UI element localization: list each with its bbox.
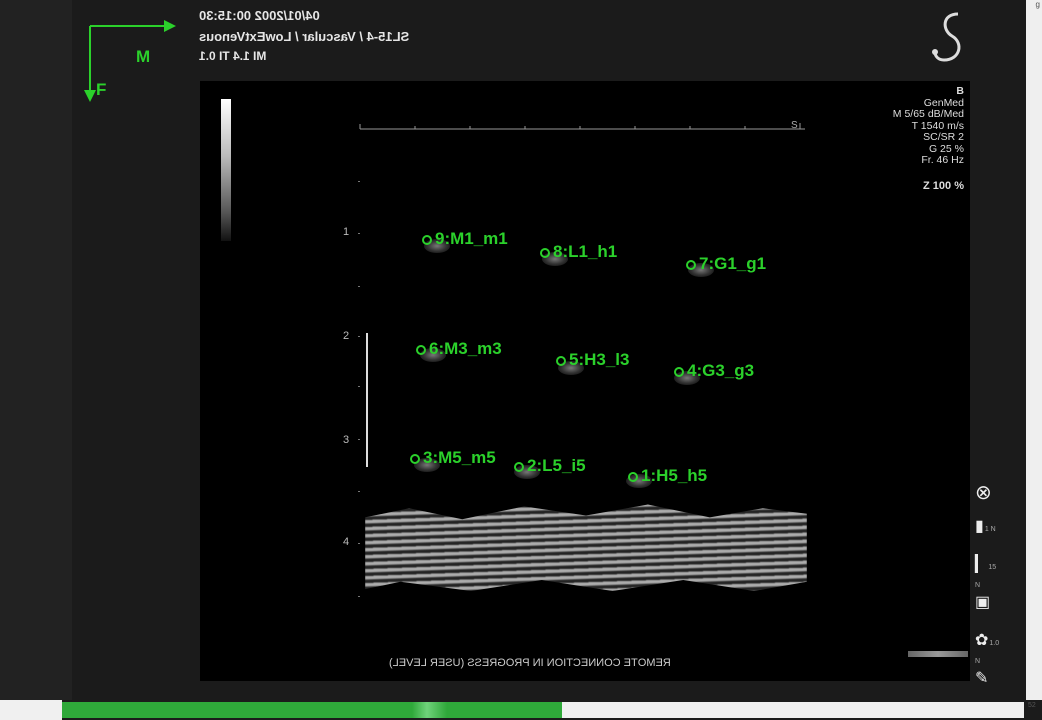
measurement-marker[interactable]: 9:M1_m1 [422, 229, 508, 249]
marker-dot [628, 471, 638, 482]
measurement-marker[interactable]: 8:L1_h1 [540, 242, 617, 262]
marker-dot [686, 259, 696, 270]
freeze-button[interactable]: ▮1 N [975, 516, 996, 536]
logo-icon [932, 12, 961, 62]
param-mode: B [956, 85, 964, 97]
corner-label: g [1035, 0, 1040, 9]
marker-dot [674, 366, 684, 377]
settings-button[interactable]: ✿1.0 N [975, 630, 1000, 668]
measurement-marker[interactable]: 4:G3_g3 [674, 361, 754, 381]
measurement-marker[interactable]: 7:G1_g1 [686, 254, 766, 274]
f-axis-label: F [96, 80, 107, 99]
close-icon[interactable]: ⊗ [975, 480, 992, 505]
marker-dot [416, 344, 426, 355]
measurement-marker[interactable]: 2:L5_i5 [514, 456, 586, 476]
focus-indicator [366, 333, 368, 467]
left-panel [0, 0, 72, 700]
measurement-marker[interactable]: 1:H5_h5 [628, 466, 707, 486]
depth-1: 1 [343, 226, 350, 238]
svg-text:S: S [791, 120, 798, 131]
image-icon: ▣ [975, 594, 991, 611]
ultrasound-image[interactable]: S 1 2 3 4 9:M1_m1 8:L1_h1 7:G1_g1 6:M3_m… [200, 81, 970, 681]
settings-icon: ✿ [975, 632, 989, 649]
color-scale [908, 651, 968, 657]
axis-arrows [84, 20, 176, 102]
tool-column: ⊗ ▮1 N ▎15 N ▣ ✿1.0 N ✎ [970, 470, 1000, 700]
depth-3: 3 [343, 434, 350, 446]
scan-parameters: B GenMed M 5/65 dB/Med T 1540 m/s SC/SR … [854, 81, 964, 192]
right-panel: g [1026, 0, 1042, 700]
probe-preset: SL15-4 / Vascular / LowExtVenous [199, 29, 410, 44]
progress-label: 52 [1028, 702, 1036, 709]
marker-dot [410, 453, 420, 464]
progress-fill [62, 702, 563, 718]
depth-icon: ▎ [975, 556, 988, 573]
indices: MI 1.4 TI 0.1 [199, 49, 267, 63]
measurement-marker[interactable]: 3:M5_m5 [410, 448, 496, 468]
depth-2: 2 [343, 330, 350, 342]
brush-button[interactable]: ✎ [975, 668, 988, 688]
depth-4: 4 [343, 536, 350, 548]
marker-dot [422, 234, 432, 245]
param-line: Fr. 46 Hz [921, 154, 964, 166]
param-line: SC/SR 2 [923, 131, 964, 143]
m-axis-label: M [136, 47, 151, 66]
image-button[interactable]: ▣ [975, 592, 990, 612]
depth-button[interactable]: ▎15 N [975, 554, 1000, 592]
freeze-icon: ▮ [975, 518, 984, 535]
param-line: M 5/65 dB/Med [892, 108, 964, 120]
tissue-echo [365, 504, 807, 591]
marker-dot [556, 355, 566, 366]
marker-dot [540, 247, 550, 258]
marker-dot [514, 461, 524, 472]
param-zoom: Z 100 % [923, 179, 964, 192]
datetime: 04/01/2002 00:15:30 [199, 8, 320, 23]
status-message: REMOTE CONNECTION IN PROGRESS (USER LEVE… [389, 657, 671, 669]
brush-icon: ✎ [975, 670, 989, 687]
top-ruler: S [359, 120, 805, 131]
bottom-strip [0, 700, 62, 720]
measurement-marker[interactable]: 6:M3_m3 [416, 339, 502, 359]
progress-bar [62, 702, 1024, 718]
measurement-marker[interactable]: 5:H3_l3 [556, 350, 629, 370]
grayscale-bar [221, 99, 231, 241]
